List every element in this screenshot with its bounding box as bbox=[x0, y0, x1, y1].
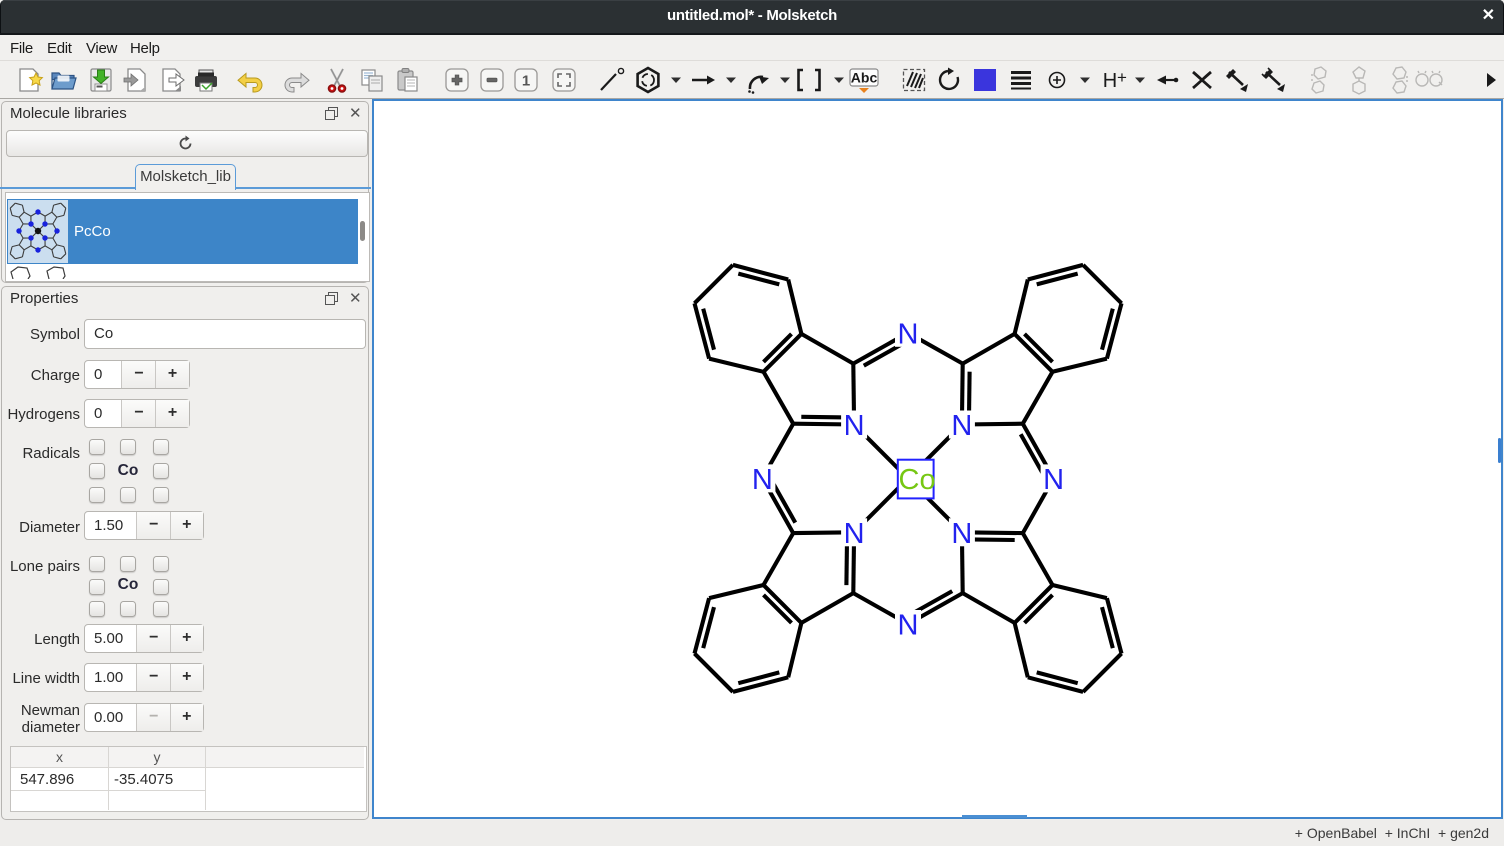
svg-text:N: N bbox=[951, 518, 972, 550]
svg-text:1: 1 bbox=[522, 73, 530, 90]
svg-text:Abc: Abc bbox=[851, 70, 878, 86]
svg-text:N: N bbox=[752, 464, 773, 496]
svg-text:H: H bbox=[1103, 70, 1117, 92]
svg-text:Co: Co bbox=[899, 464, 936, 496]
svg-text:N: N bbox=[844, 518, 865, 550]
svg-text:N: N bbox=[1043, 464, 1064, 496]
svg-text:N: N bbox=[844, 410, 865, 442]
svg-text:N: N bbox=[898, 610, 919, 642]
svg-text:N: N bbox=[951, 410, 972, 442]
svg-text:+: + bbox=[1117, 68, 1127, 87]
svg-text:N: N bbox=[898, 318, 919, 350]
